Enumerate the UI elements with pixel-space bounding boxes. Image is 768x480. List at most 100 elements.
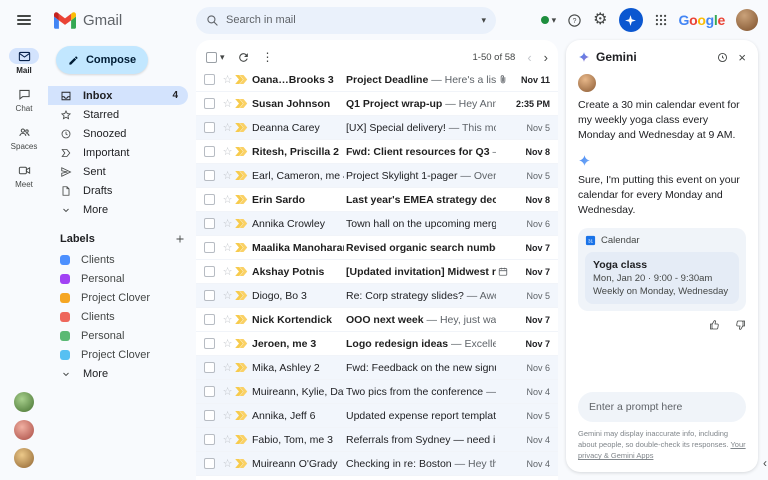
email-row[interactable]: ☆ Susan Johnson Q1 Project wrap-up — Hey… [196, 92, 558, 116]
help-button[interactable]: ? [567, 13, 582, 28]
label-item[interactable]: Project Clover [48, 345, 196, 364]
email-row[interactable]: ☆ Annika Crowley Town hall on the upcomi… [196, 212, 558, 236]
star-icon[interactable]: ☆ [220, 169, 235, 182]
importance-marker-icon[interactable] [235, 411, 252, 420]
rail-item-chat[interactable]: Chat [9, 86, 39, 113]
importance-marker-icon[interactable] [235, 363, 252, 372]
importance-marker-icon[interactable] [235, 387, 252, 396]
refresh-button[interactable] [237, 51, 250, 64]
email-row[interactable]: ☆ Earl, Cameron, me 4 Project Skylight 1… [196, 164, 558, 188]
star-icon[interactable]: ☆ [220, 73, 235, 86]
star-icon[interactable]: ☆ [220, 433, 235, 446]
star-icon[interactable]: ☆ [220, 145, 235, 158]
rail-item-meet[interactable]: Meet [9, 162, 39, 189]
email-row[interactable]: ☆ Mika, Ashley 2 Fwd: Feedback on the ne… [196, 356, 558, 380]
importance-marker-icon[interactable] [235, 459, 252, 468]
email-row[interactable]: ☆ Erin Sardo Last year's EMEA strategy d… [196, 188, 558, 212]
calendar-event[interactable]: Yoga class Mon, Jan 20 · 9:00 - 9:30am W… [585, 252, 739, 304]
email-row[interactable]: ☆ Nick Kortendick OOO next week — Hey, j… [196, 308, 558, 332]
gemini-prompt-input[interactable] [589, 401, 735, 413]
star-icon[interactable]: ☆ [220, 241, 235, 254]
star-icon[interactable]: ☆ [220, 97, 235, 110]
email-checkbox[interactable] [204, 410, 215, 421]
search-input[interactable] [226, 14, 474, 26]
star-icon[interactable]: ☆ [220, 361, 235, 374]
email-row[interactable]: ☆ Akshay Potnis [Updated invitation] Mid… [196, 260, 558, 284]
label-item[interactable]: Personal [48, 269, 196, 288]
email-row[interactable]: ☆ Muireann O'Grady Checking in re: Bosto… [196, 452, 558, 476]
email-checkbox[interactable] [204, 266, 215, 277]
sidebar-item-inbox[interactable]: Inbox 4 [48, 86, 188, 105]
gemini-toggle-button[interactable] [619, 8, 643, 32]
email-checkbox[interactable] [204, 218, 215, 229]
email-checkbox[interactable] [204, 98, 215, 109]
email-row[interactable]: ☆ Fabio, Tom, me 3 Referrals from Sydney… [196, 428, 558, 452]
thumbs-down-icon[interactable] [734, 319, 746, 331]
label-item[interactable]: Clients [48, 307, 196, 326]
contact-avatar-3[interactable] [14, 448, 34, 468]
importance-marker-icon[interactable] [235, 435, 252, 444]
star-icon[interactable]: ☆ [220, 121, 235, 134]
rail-item-mail[interactable]: Mail [9, 48, 39, 75]
star-icon[interactable]: ☆ [220, 457, 235, 470]
email-row[interactable]: ☆ Maalika Manoharan Revised organic sear… [196, 236, 558, 260]
gemini-prompt-field[interactable] [578, 392, 746, 422]
email-checkbox[interactable] [204, 434, 215, 445]
email-checkbox[interactable] [204, 290, 215, 301]
importance-marker-icon[interactable] [235, 339, 252, 348]
compose-button[interactable]: Compose [56, 46, 148, 74]
star-icon[interactable]: ☆ [220, 217, 235, 230]
email-row[interactable]: ☆ Oana…Brooks 3 Project Deadline — Here'… [196, 68, 558, 92]
select-dropdown-chevron-icon[interactable]: ▾ [220, 52, 225, 63]
create-label-button[interactable] [174, 233, 186, 245]
apps-grid-icon[interactable] [654, 13, 668, 27]
search-options-chevron-icon[interactable]: ▾ [481, 15, 486, 26]
star-icon[interactable]: ☆ [220, 337, 235, 350]
label-item[interactable]: Personal [48, 326, 196, 345]
importance-marker-icon[interactable] [235, 99, 252, 108]
sidebar-item-starred[interactable]: Starred [48, 105, 188, 124]
labels-more[interactable]: More [48, 364, 188, 383]
sidebar-item-more[interactable]: More [48, 200, 188, 219]
email-checkbox[interactable] [204, 314, 215, 325]
email-checkbox[interactable] [204, 338, 215, 349]
email-checkbox[interactable] [204, 242, 215, 253]
sidebar-item-snoozed[interactable]: Snoozed [48, 124, 188, 143]
sidebar-item-important[interactable]: Important [48, 143, 188, 162]
star-icon[interactable]: ☆ [220, 409, 235, 422]
importance-marker-icon[interactable] [235, 243, 252, 252]
email-checkbox[interactable] [204, 74, 215, 85]
importance-marker-icon[interactable] [235, 123, 252, 132]
older-page-chevron[interactable]: › [544, 51, 548, 64]
history-icon[interactable] [716, 51, 729, 64]
main-menu-button[interactable] [0, 12, 48, 27]
thumbs-up-icon[interactable] [709, 319, 721, 331]
sidebar-item-drafts[interactable]: Drafts [48, 181, 188, 200]
email-row[interactable]: ☆ Muireann, Kylie, David Two pics from t… [196, 380, 558, 404]
star-icon[interactable]: ☆ [220, 313, 235, 326]
more-options-button[interactable]: ⋮ [262, 50, 274, 64]
importance-marker-icon[interactable] [235, 147, 252, 156]
email-row[interactable]: ☆ Annika, Jeff 6 Updated expense report … [196, 404, 558, 428]
settings-gear-icon[interactable]: ⚙ [593, 12, 607, 28]
select-all-checkbox[interactable] [206, 52, 217, 63]
select-all-control[interactable]: ▾ [206, 52, 225, 63]
collapse-panel-chevron[interactable]: ‹ [763, 456, 767, 470]
star-icon[interactable]: ☆ [220, 289, 235, 302]
email-row[interactable]: ☆ Jeroen, me 3 Logo redesign ideas — Exc… [196, 332, 558, 356]
search-bar[interactable]: ▾ [196, 7, 496, 34]
email-checkbox[interactable] [204, 194, 215, 205]
importance-marker-icon[interactable] [235, 171, 252, 180]
email-checkbox[interactable] [204, 362, 215, 373]
importance-marker-icon[interactable] [235, 291, 252, 300]
sidebar-item-sent[interactable]: Sent [48, 162, 188, 181]
importance-marker-icon[interactable] [235, 219, 252, 228]
email-row[interactable]: ☆ Deanna Carey [UX] Special delivery! — … [196, 116, 558, 140]
calendar-result-card[interactable]: 31 Calendar Yoga class Mon, Jan 20 · 9:0… [578, 228, 746, 311]
newer-page-chevron[interactable]: ‹ [527, 51, 531, 64]
star-icon[interactable]: ☆ [220, 265, 235, 278]
label-item[interactable]: Project Clover [48, 288, 196, 307]
label-item[interactable]: Clients [48, 250, 196, 269]
importance-marker-icon[interactable] [235, 195, 252, 204]
email-checkbox[interactable] [204, 122, 215, 133]
